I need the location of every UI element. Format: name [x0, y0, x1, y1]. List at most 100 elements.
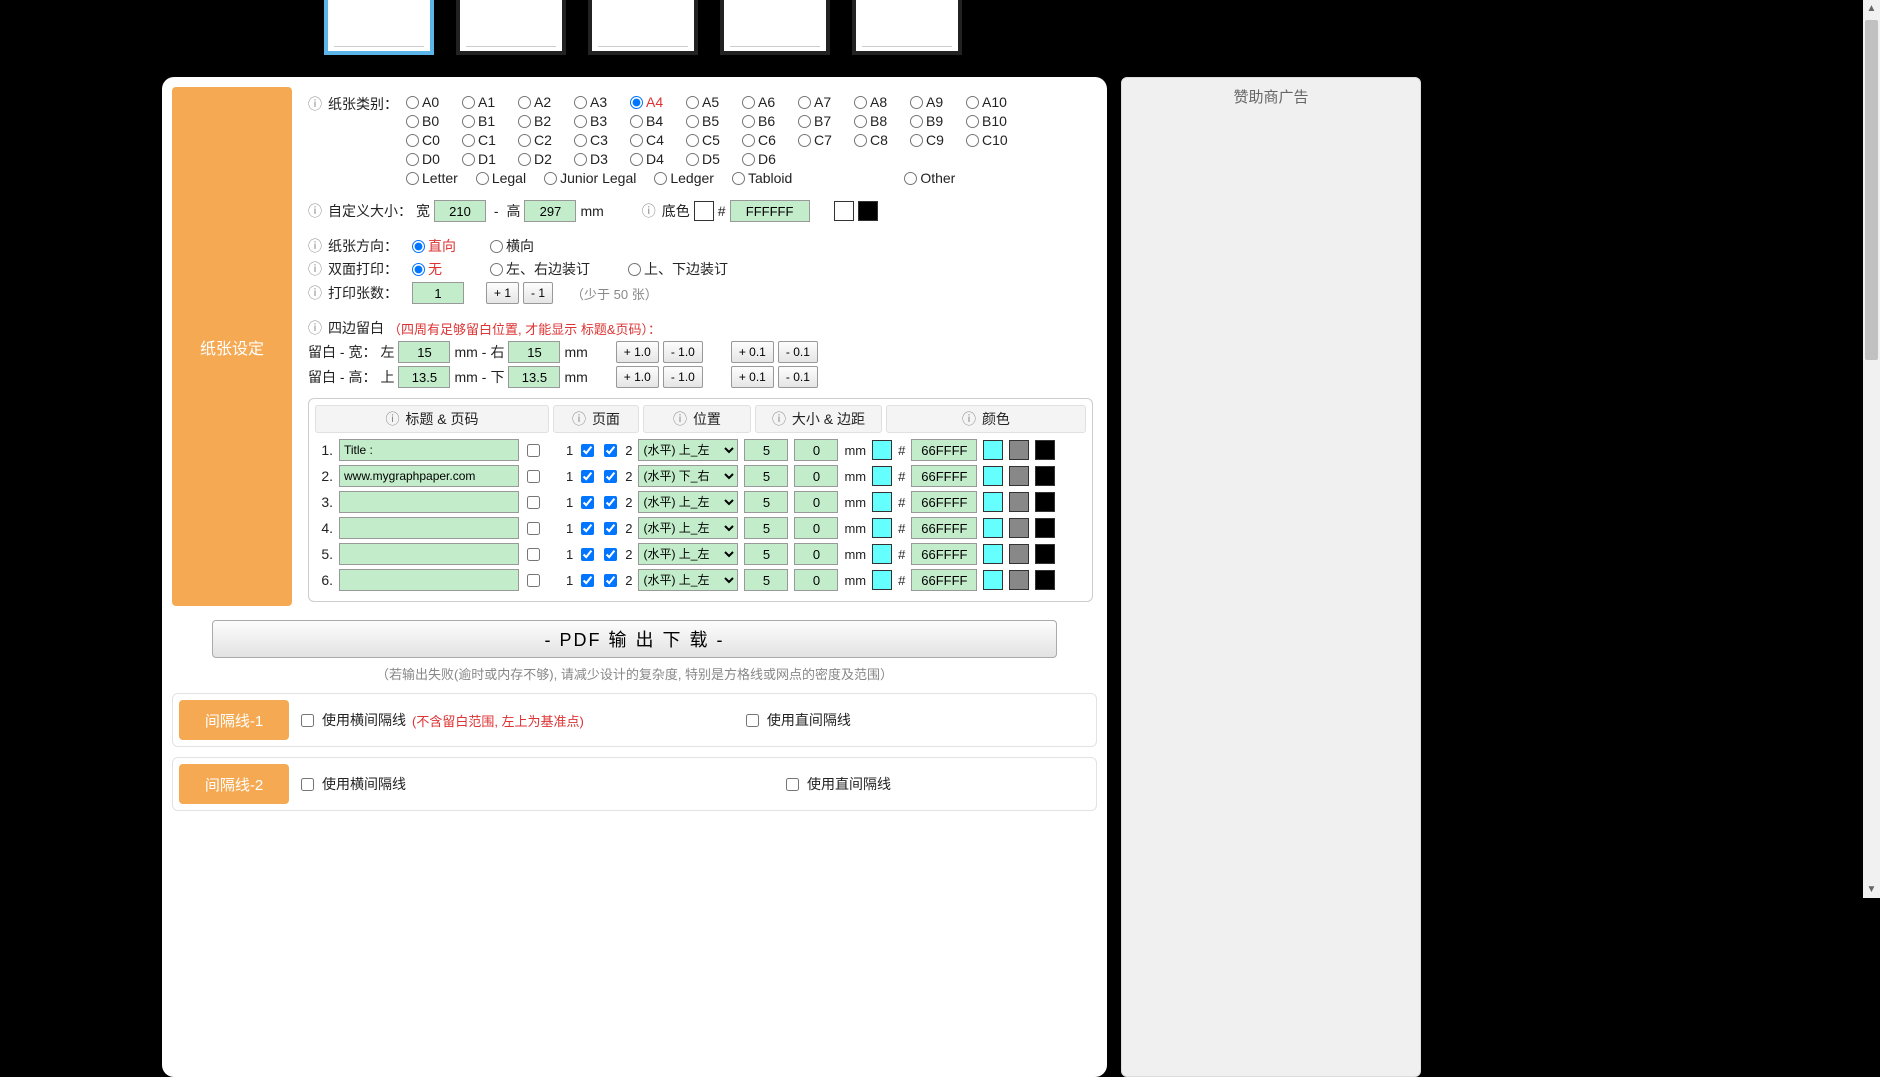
radio-paper-b10[interactable]: B10 — [966, 113, 1018, 129]
swatch-preset-black[interactable] — [858, 201, 878, 221]
chk-page1[interactable] — [581, 444, 594, 457]
radio-paper-b0[interactable]: B0 — [406, 113, 458, 129]
input-margin-left[interactable] — [398, 341, 450, 363]
radio-paper-b9[interactable]: B9 — [910, 113, 962, 129]
radio-paper-c6[interactable]: C6 — [742, 132, 794, 148]
radio-duplex-none[interactable]: 无 — [412, 259, 462, 279]
radio-paper-a3[interactable]: A3 — [574, 94, 626, 110]
vertical-scrollbar[interactable]: ▲ ▼ — [1863, 0, 1880, 898]
radio-paper-a2[interactable]: A2 — [518, 94, 570, 110]
radio-paper-d5[interactable]: D5 — [686, 151, 738, 167]
select-position[interactable]: (水平) 上_左(水平) 上_中(水平) 上_右(水平) 下_左(水平) 下_中… — [638, 517, 738, 539]
swatch-preset-gray[interactable] — [1009, 492, 1029, 512]
input-title-size[interactable] — [744, 569, 788, 591]
chk-page2[interactable] — [604, 496, 617, 509]
btn-mh-plus01[interactable]: + 0.1 — [731, 366, 774, 388]
radio-paper-b3[interactable]: B3 — [574, 113, 626, 129]
swatch-preset-gray[interactable] — [1009, 518, 1029, 538]
chk-page2[interactable] — [604, 548, 617, 561]
radio-paper-tabloid[interactable]: Tabloid — [732, 170, 792, 186]
help-icon[interactable]: ⓘ — [308, 236, 322, 256]
input-title-hex[interactable] — [911, 465, 977, 487]
input-title-size[interactable] — [744, 439, 788, 461]
swatch-preset-cyan[interactable] — [983, 466, 1003, 486]
radio-paper-b1[interactable]: B1 — [462, 113, 514, 129]
input-title-margin[interactable] — [794, 491, 838, 513]
radio-paper-c8[interactable]: C8 — [854, 132, 906, 148]
swatch-preset-black[interactable] — [1035, 440, 1055, 460]
radio-paper-a1[interactable]: A1 — [462, 94, 514, 110]
select-position[interactable]: (水平) 上_左(水平) 上_中(水平) 上_右(水平) 下_左(水平) 下_中… — [638, 491, 738, 513]
btn-copies-plus[interactable]: + 1 — [486, 282, 519, 304]
btn-mw-plus1[interactable]: + 1.0 — [616, 341, 659, 363]
input-margin-top[interactable] — [398, 366, 450, 388]
chk-page1[interactable] — [581, 574, 594, 587]
input-title-size[interactable] — [744, 517, 788, 539]
thumbnail-2[interactable] — [456, 0, 566, 55]
radio-paper-b2[interactable]: B2 — [518, 113, 570, 129]
chk-page1[interactable] — [581, 496, 594, 509]
chk-title-enable[interactable] — [527, 470, 540, 483]
input-title-hex[interactable] — [911, 543, 977, 565]
radio-paper-c10[interactable]: C10 — [966, 132, 1018, 148]
radio-duplex-tb[interactable]: 上、下边装订 — [628, 259, 738, 279]
radio-paper-c2[interactable]: C2 — [518, 132, 570, 148]
input-title-text[interactable] — [339, 517, 519, 539]
chk-title-enable[interactable] — [527, 444, 540, 457]
swatch-preset-cyan[interactable] — [983, 518, 1003, 538]
radio-paper-a10[interactable]: A10 — [966, 94, 1018, 110]
radio-paper-letter[interactable]: Letter — [406, 170, 458, 186]
radio-paper-c4[interactable]: C4 — [630, 132, 682, 148]
radio-paper-b6[interactable]: B6 — [742, 113, 794, 129]
help-icon[interactable]: ⓘ — [308, 201, 322, 221]
input-title-text[interactable] — [339, 543, 519, 565]
radio-paper-junior-legal[interactable]: Junior Legal — [544, 170, 636, 186]
swatch-title-color[interactable] — [872, 570, 892, 590]
chk-h-sep-2[interactable] — [301, 778, 314, 791]
swatch-title-color[interactable] — [872, 544, 892, 564]
input-title-margin[interactable] — [794, 517, 838, 539]
radio-landscape[interactable]: 横向 — [490, 236, 540, 256]
chk-page1[interactable] — [581, 548, 594, 561]
swatch-preset-cyan[interactable] — [983, 492, 1003, 512]
radio-paper-c3[interactable]: C3 — [574, 132, 626, 148]
input-copies[interactable] — [412, 282, 464, 304]
swatch-preset-black[interactable] — [1035, 492, 1055, 512]
radio-paper-d0[interactable]: D0 — [406, 151, 458, 167]
thumbnail-3[interactable] — [588, 0, 698, 55]
radio-paper-d3[interactable]: D3 — [574, 151, 626, 167]
thumbnail-5[interactable] — [852, 0, 962, 55]
radio-paper-b5[interactable]: B5 — [686, 113, 738, 129]
select-position[interactable]: (水平) 上_左(水平) 上_中(水平) 上_右(水平) 下_左(水平) 下_中… — [638, 569, 738, 591]
btn-mh-minus1[interactable]: - 1.0 — [663, 366, 703, 388]
swatch-preset-black[interactable] — [1035, 466, 1055, 486]
swatch-title-color[interactable] — [872, 492, 892, 512]
radio-paper-a6[interactable]: A6 — [742, 94, 794, 110]
chk-title-enable[interactable] — [527, 522, 540, 535]
swatch-preset-gray[interactable] — [1009, 570, 1029, 590]
swatch-preset-gray[interactable] — [1009, 544, 1029, 564]
input-title-hex[interactable] — [911, 517, 977, 539]
radio-paper-b7[interactable]: B7 — [798, 113, 850, 129]
input-bg-hex[interactable] — [730, 200, 810, 222]
input-margin-right[interactable] — [508, 341, 560, 363]
radio-paper-d1[interactable]: D1 — [462, 151, 514, 167]
swatch-preset-black[interactable] — [1035, 570, 1055, 590]
input-title-size[interactable] — [744, 543, 788, 565]
swatch-title-color[interactable] — [872, 466, 892, 486]
scroll-thumb[interactable] — [1865, 20, 1878, 360]
radio-paper-c1[interactable]: C1 — [462, 132, 514, 148]
chk-v-sep-2[interactable] — [786, 778, 799, 791]
input-title-text[interactable] — [339, 439, 519, 461]
radio-paper-a7[interactable]: A7 — [798, 94, 850, 110]
input-title-text[interactable] — [339, 491, 519, 513]
swatch-preset-black[interactable] — [1035, 518, 1055, 538]
radio-paper-other[interactable]: Other — [904, 170, 955, 186]
radio-portrait[interactable]: 直向 — [412, 236, 462, 256]
radio-paper-d6[interactable]: D6 — [742, 151, 794, 167]
chk-page1[interactable] — [581, 470, 594, 483]
radio-paper-d2[interactable]: D2 — [518, 151, 570, 167]
input-title-size[interactable] — [744, 465, 788, 487]
swatch-bg-white[interactable] — [694, 201, 714, 221]
swatch-preset-gray[interactable] — [1009, 466, 1029, 486]
